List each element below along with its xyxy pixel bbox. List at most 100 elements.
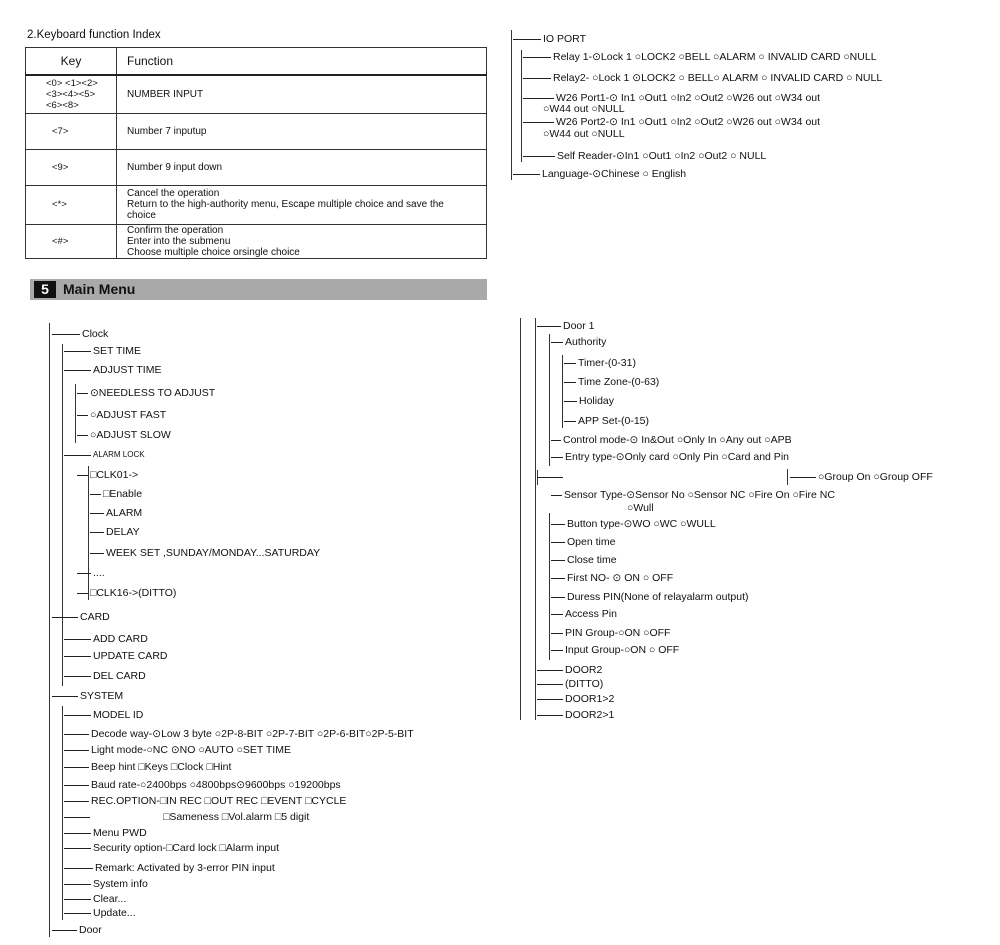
menu-item: ○ADJUST FAST — [90, 409, 167, 421]
menu-item: REC.OPTION-□IN REC □OUT REC □EVENT □CYCL… — [91, 795, 347, 807]
menu-item: Holiday — [579, 395, 615, 407]
tree-connector — [64, 868, 93, 869]
tree-connector — [77, 393, 88, 394]
function-line: Cancel the operation — [127, 188, 220, 199]
tree-connector — [537, 477, 563, 478]
menu-item: ALARM LOCK — [93, 450, 145, 459]
function-header: Function — [116, 47, 487, 76]
menu-item: Light mode-○NC ⊙NO ○AUTO ○SET TIME — [91, 744, 291, 756]
tree-connector — [551, 542, 565, 543]
menu-item: WEEK SET ,SUNDAY/MONDAY...SATURDAY — [106, 547, 321, 559]
menu-item: Clock — [82, 328, 109, 340]
menu-item: UPDATE CARD — [93, 650, 168, 662]
menu-item: Time Zone-(0-63) — [578, 376, 660, 388]
tree-connector — [564, 401, 577, 402]
tree-connector — [90, 532, 104, 533]
key-line: <3><4><5> — [46, 88, 96, 100]
tree-connector — [537, 326, 561, 327]
tree-connector — [64, 455, 91, 456]
tree-connector — [564, 382, 576, 383]
tree-branch-line — [549, 513, 550, 660]
section-header: 5 Main Menu — [30, 279, 487, 300]
menu-item: MODEL ID — [93, 709, 144, 721]
tree-connector — [537, 670, 563, 671]
tree-connector — [551, 633, 563, 634]
menu-item: □Enable — [103, 488, 143, 500]
tree-connector — [64, 656, 91, 657]
tree-connector — [64, 750, 89, 751]
tree-connector — [64, 833, 91, 834]
table-row: <0> <1><2> <3><4><5> <6><8> NUMBER INPUT — [25, 74, 487, 114]
tree-connector — [64, 913, 91, 914]
tree-connector — [551, 560, 565, 561]
function-line: Choose multiple choice orsingle choice — [127, 246, 300, 258]
menu-item: W26 Port2-⊙ In1 ○Out1 ○In2 ○Out2 ○W26 ou… — [556, 116, 821, 128]
menu-item: APP Set-(0-15) — [578, 415, 650, 427]
table-row: <7> Number 7 inputup — [25, 112, 487, 150]
key-line: <#> — [52, 235, 69, 247]
tree-connector — [77, 435, 88, 436]
menu-item: Access Pin — [565, 608, 617, 620]
tree-connector — [513, 39, 541, 40]
menu-item: Button type-⊙WO ○WC ○WULL — [567, 518, 716, 530]
tree-connector — [64, 884, 91, 885]
tree-branch-line — [88, 466, 89, 600]
menu-item: DOOR1>2 — [565, 693, 615, 705]
menu-item: Relay 1-⊙Lock 1 ○LOCK2 ○BELL ○ALARM ○ IN… — [553, 51, 877, 63]
menu-item: Sensor Type-⊙Sensor No ○Sensor NC ○Fire … — [564, 489, 835, 501]
menu-item: Door — [79, 924, 102, 936]
tree-branch-line — [787, 469, 788, 485]
key-line: <*> — [52, 199, 67, 210]
tree-branch-line — [62, 628, 63, 684]
menu-item: DELAY — [106, 526, 140, 538]
menu-item: System info — [93, 878, 148, 890]
tree-branch-line — [521, 50, 522, 162]
function-cell: NUMBER INPUT — [116, 74, 487, 114]
menu-item: ○W44 out ○NULL — [543, 128, 625, 140]
menu-item: ○ADJUST SLOW — [90, 429, 171, 441]
tree-connector — [64, 848, 91, 849]
key-line: <0> <1><2> — [46, 77, 98, 89]
tree-connector — [64, 734, 89, 735]
menu-item: Open time — [567, 536, 616, 548]
menu-item: SYSTEM — [80, 690, 124, 702]
function-cell: Number 9 input down — [116, 148, 487, 186]
tree-connector — [90, 553, 104, 554]
menu-item: Control mode-⊙ In&Out ○Only In ○Any out … — [563, 434, 792, 446]
menu-item: Authority — [565, 336, 607, 348]
tree-connector — [52, 617, 78, 618]
menu-item: First NO- ⊙ ON ○ OFF — [567, 572, 674, 584]
tree-connector — [537, 684, 563, 685]
key-cell: <7> — [25, 112, 117, 150]
tree-connector — [551, 614, 563, 615]
tree-connector — [523, 78, 551, 79]
menu-item: Relay2- ○Lock 1 ⊙LOCK2 ○ BELL○ ALARM ○ I… — [553, 72, 883, 84]
tree-branch-line — [49, 323, 50, 937]
menu-item: □CLK01-> — [90, 469, 139, 481]
keyboard-index-title: 2.Keyboard function Index — [27, 29, 161, 41]
menu-item: (DITTO) — [565, 678, 604, 690]
menu-item: Door 1 — [563, 320, 595, 332]
menu-item: .... — [93, 567, 105, 579]
menu-item: Timer-(0-31) — [578, 357, 636, 369]
key-header: Key — [25, 47, 117, 76]
table-row: <#> Confirm the operation Enter into the s… — [25, 223, 487, 259]
tree-connector — [90, 494, 101, 495]
tree-branch-line — [75, 384, 76, 443]
keyboard-function-table: Key Function <0> <1><2> <3><4><5> <6><8> NU… — [25, 47, 487, 259]
tree-connector — [551, 597, 565, 598]
manual-page: 2.Keyboard function Index Key Function <… — [0, 0, 1000, 945]
menu-item: □CLK16->(DITTO) — [90, 587, 177, 599]
menu-item: PIN Group-○ON ○OFF — [565, 627, 671, 639]
tree-connector — [537, 699, 563, 700]
key-line: <6><8> — [46, 99, 79, 111]
menu-item: ALARM — [106, 507, 143, 519]
menu-item: CARD — [80, 611, 110, 623]
menu-item: ADD CARD — [93, 633, 148, 645]
menu-item: ⊙NEEDLESS TO ADJUST — [90, 387, 216, 399]
menu-item: IO PORT — [543, 33, 586, 45]
function-line: Return to the high-authority menu, Escap… — [127, 199, 444, 210]
tree-connector — [551, 524, 565, 525]
tree-connector — [64, 817, 90, 818]
menu-item: Duress PIN(None of relayalarm output) — [567, 591, 749, 603]
